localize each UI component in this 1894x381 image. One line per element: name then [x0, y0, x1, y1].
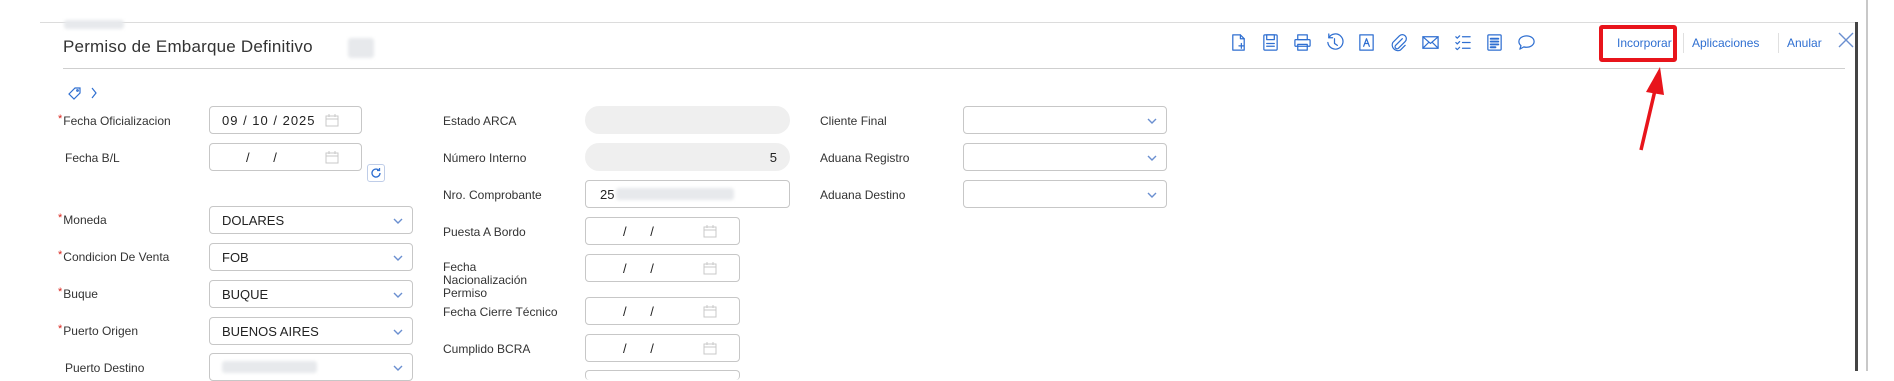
text-document-icon[interactable]: [1354, 30, 1378, 54]
cliente-final-label: Cliente Final: [820, 114, 887, 128]
refresh-icon[interactable]: [367, 164, 385, 182]
calendar-icon[interactable]: [703, 305, 717, 318]
panel-top-border: [40, 22, 1856, 23]
blurred-breadcrumb: [64, 20, 124, 29]
condicion-venta-select[interactable]: FOB: [209, 243, 413, 271]
calendar-icon[interactable]: [703, 225, 717, 238]
puerto-origen-label: *Puerto Origen: [58, 323, 138, 338]
aduana-registro-label: Aduana Registro: [820, 151, 910, 165]
new-document-icon[interactable]: [1226, 30, 1250, 54]
puerto-origen-select[interactable]: BUENOS AIRES: [209, 317, 413, 345]
chevron-down-icon: [392, 289, 404, 301]
blurred-value: [616, 188, 735, 200]
tag-icon[interactable]: [66, 85, 100, 101]
cumplido-bcra-field[interactable]: / /: [585, 334, 740, 362]
notes-icon[interactable]: [1482, 30, 1506, 54]
save-icon[interactable]: [1258, 30, 1282, 54]
toolbar-divider: [1683, 33, 1684, 53]
window-edge: [1866, 0, 1868, 371]
calendar-icon[interactable]: [325, 114, 339, 127]
chevron-down-icon: [1146, 189, 1158, 201]
print-icon[interactable]: [1290, 30, 1314, 54]
aduana-destino-label: Aduana Destino: [820, 188, 906, 202]
cliente-final-select[interactable]: [963, 106, 1167, 134]
fecha-oficializacion-field[interactable]: 09 / 10 / 2025: [209, 106, 362, 134]
partial-date-field[interactable]: [585, 370, 740, 380]
moneda-select[interactable]: DOLARES: [209, 206, 413, 234]
fecha-bl-label: Fecha B/L: [65, 151, 120, 165]
nro-comprobante-label: Nro. Comprobante: [443, 188, 542, 202]
blurred-value: [222, 361, 317, 373]
condicion-venta-label: *Condicion De Venta: [58, 249, 170, 264]
puerto-destino-label: Puerto Destino: [65, 361, 145, 375]
calendar-icon[interactable]: [325, 151, 339, 164]
nro-comprobante-field[interactable]: 25: [585, 180, 790, 208]
buque-label: *Buque: [58, 286, 98, 301]
anular-button[interactable]: Anular: [1787, 36, 1822, 50]
buque-select[interactable]: BUQUE: [209, 280, 413, 308]
chevron-down-icon: [392, 326, 404, 338]
chevron-down-icon: [392, 362, 404, 374]
calendar-icon[interactable]: [703, 342, 717, 355]
puesta-a-bordo-label: Puesta A Bordo: [443, 225, 526, 239]
chevron-down-icon: [392, 215, 404, 227]
aplicaciones-button[interactable]: Aplicaciones: [1692, 36, 1759, 50]
title-divider: [63, 68, 1845, 69]
checklist-icon[interactable]: [1450, 30, 1474, 54]
fecha-cierre-tecnico-label: Fecha Cierre Técnico: [443, 305, 558, 319]
estado-arca-field: [585, 106, 790, 134]
chevron-down-icon: [1146, 152, 1158, 164]
comment-icon[interactable]: [1514, 30, 1538, 54]
numero-interno-field: 5: [585, 143, 790, 171]
fecha-oficializacion-label: *Fecha Oficializacion: [58, 113, 171, 128]
page-title: Permiso de Embarque Definitivo: [63, 37, 313, 56]
chevron-down-icon: [1146, 115, 1158, 127]
blurred-title-suffix: [348, 38, 374, 58]
cumplido-bcra-label: Cumplido BCRA: [443, 342, 531, 356]
attachment-icon[interactable]: [1386, 30, 1410, 54]
puerto-destino-select[interactable]: [209, 353, 413, 381]
email-icon[interactable]: [1418, 30, 1442, 54]
estado-arca-label: Estado ARCA: [443, 114, 517, 128]
chevron-down-icon: [392, 252, 404, 264]
panel-right-border: [1855, 22, 1858, 371]
numero-interno-label: Número Interno: [443, 151, 527, 165]
close-icon[interactable]: [1835, 29, 1857, 51]
aduana-registro-select[interactable]: [963, 143, 1167, 171]
history-icon[interactable]: [1322, 30, 1346, 54]
fecha-cierre-tecnico-field[interactable]: / /: [585, 297, 740, 325]
puesta-a-bordo-field[interactable]: / /: [585, 217, 740, 245]
fecha-nacionalizacion-field[interactable]: / /: [585, 254, 740, 282]
fecha-nacionalizacion-label: Fecha Nacionalización Permiso: [443, 260, 528, 300]
aduana-destino-select[interactable]: [963, 180, 1167, 208]
highlight-box: [1599, 25, 1677, 62]
moneda-label: *Moneda: [58, 212, 107, 227]
toolbar-divider: [1778, 33, 1779, 53]
fecha-bl-field[interactable]: / /: [209, 143, 362, 171]
calendar-icon[interactable]: [703, 262, 717, 275]
